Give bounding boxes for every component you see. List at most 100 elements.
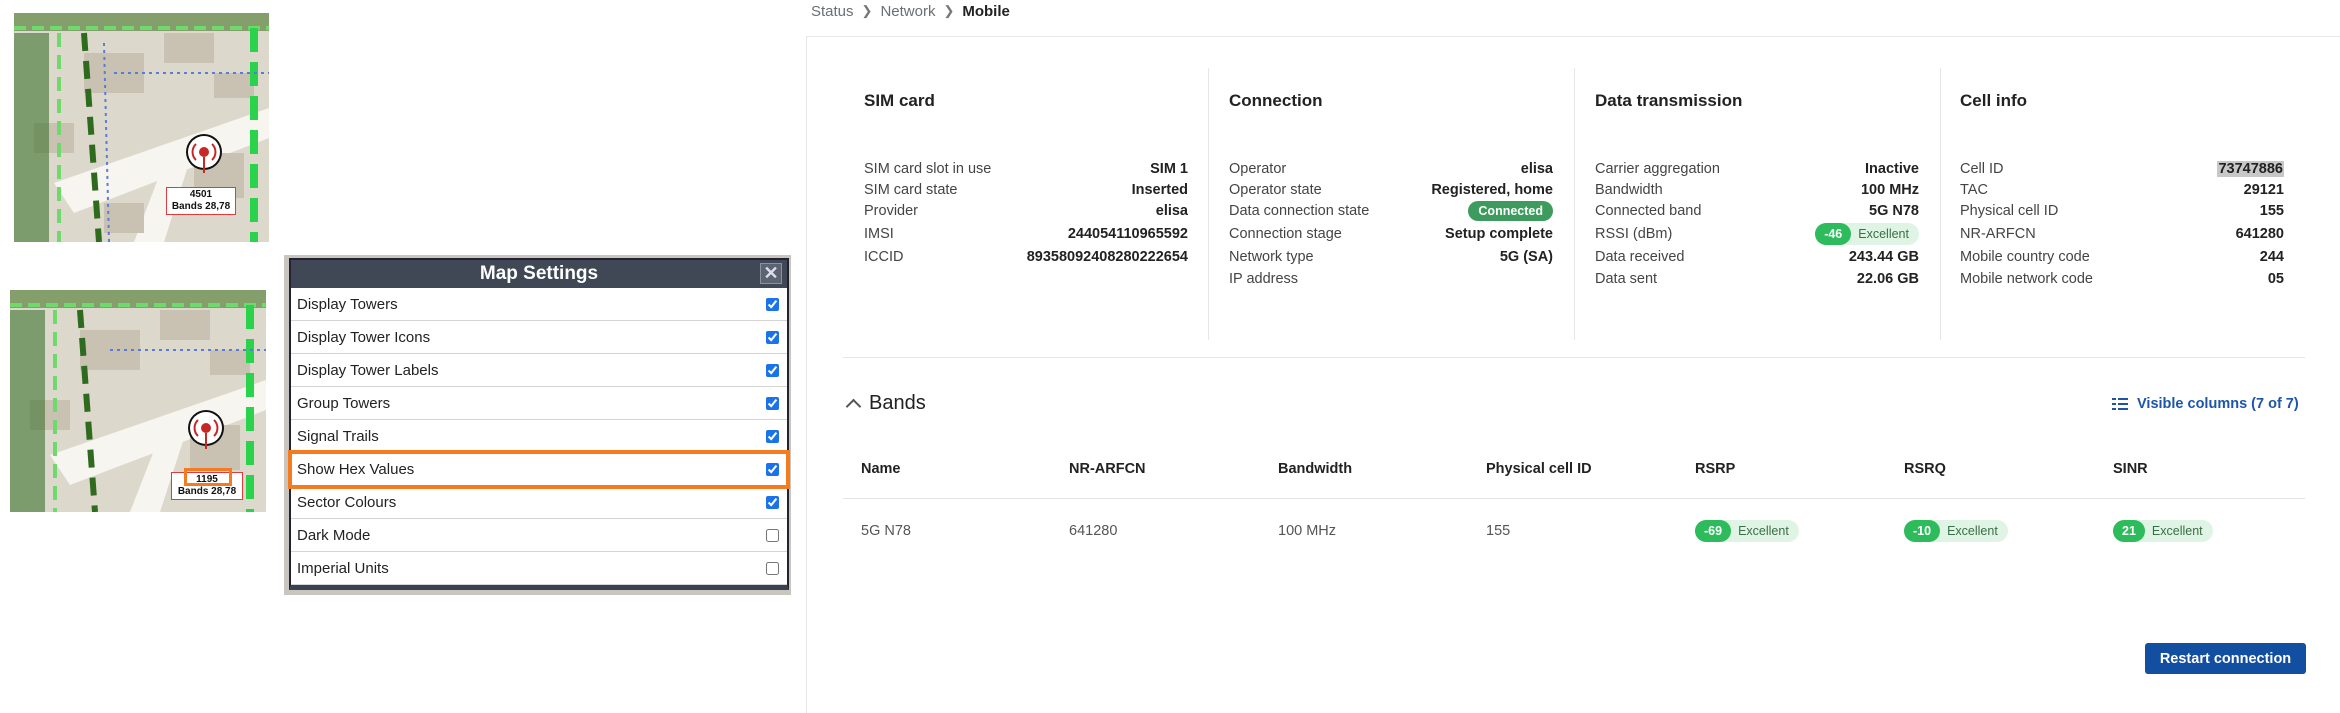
map-setting-row[interactable]: Sector Colours (291, 486, 787, 519)
rsrq-badge: -10 Excellent (1904, 520, 2008, 542)
column-divider (1940, 68, 1941, 340)
map-setting-label: Sector Colours (297, 493, 397, 511)
header-divider (806, 36, 2340, 37)
info-value: 244054110965592 (1067, 226, 1188, 242)
chevron-right-icon: ❯ (861, 3, 873, 18)
band-pci: 155 (1486, 523, 1511, 539)
map-setting-checkbox[interactable] (766, 462, 779, 476)
info-value: elisa (1520, 161, 1553, 177)
section-divider (843, 357, 2305, 358)
info-value: 22.06 GB (1856, 271, 1919, 287)
map-setting-checkbox[interactable] (766, 330, 779, 344)
rsrq-value: -10 (1904, 520, 1941, 542)
tower-bands: Bands 28,78 (177, 486, 237, 497)
info-value: 243.44 GB (1848, 249, 1919, 265)
info-label: RSSI (dBm) (1595, 226, 1673, 242)
visible-columns-label: Visible columns (7 of 7) (2137, 396, 2299, 412)
info-label: Mobile network code (1960, 271, 2093, 287)
rssi-badge: -46 Excellent (1815, 223, 1919, 245)
column-divider (1574, 68, 1575, 340)
breadcrumb-mobile: Mobile (962, 2, 1010, 20)
band-rsrq: -10 Excellent (1904, 520, 2008, 542)
info-value: 5G N78 (1869, 203, 1919, 219)
info-row: Data sent 22.06 GB (1595, 267, 1919, 291)
band-rsrp: -69 Excellent (1695, 520, 1799, 542)
map-setting-row[interactable]: Group Towers (291, 387, 787, 420)
info-row: IMSI 244054110965592 (864, 222, 1188, 246)
column-header-rsrp[interactable]: RSRP (1695, 461, 1735, 477)
sinr-badge: 21 Excellent (2113, 520, 2213, 542)
rsrp-value: -69 (1695, 520, 1732, 542)
info-label: IMSI (864, 226, 894, 242)
map-setting-row[interactable]: Imperial Units (291, 552, 787, 585)
rsrq-quality: Excellent (1947, 524, 1998, 538)
tower-label-top[interactable]: 4501 Bands 28,78 (166, 187, 236, 215)
column-header-rsrq[interactable]: RSRQ (1904, 461, 1946, 477)
band-bandwidth: 100 MHz (1278, 523, 1337, 539)
map-setting-checkbox[interactable] (766, 297, 779, 311)
bands-toggle[interactable]: Bands (845, 392, 926, 415)
band-nr-arfcn: 641280 (1069, 523, 1118, 539)
cell-info-title: Cell info (1960, 91, 2028, 110)
map-setting-row[interactable]: Signal Trails (291, 420, 787, 453)
map-settings-list: Display Towers Display Tower Icons Display… (288, 288, 790, 585)
map-setting-checkbox[interactable] (766, 429, 779, 443)
info-label: Data received (1595, 249, 1685, 265)
table-header-divider (843, 498, 2305, 499)
info-label: Physical cell ID (1960, 203, 2059, 219)
map-setting-label: Signal Trails (297, 427, 379, 445)
close-icon[interactable]: ✕ (760, 263, 782, 284)
info-row: ICCID 89358092408280222654 (864, 245, 1188, 269)
rssi-value: -46 (1815, 223, 1852, 245)
map-settings-header: Map Settings ✕ (291, 260, 787, 288)
info-label: SIM card slot in use (864, 161, 992, 177)
breadcrumb-network[interactable]: Network (880, 3, 935, 20)
map-setting-label: Display Tower Icons (297, 328, 431, 346)
map-setting-row[interactable]: Dark Mode (291, 519, 787, 552)
visible-columns-button[interactable]: Visible columns (7 of 7) (2112, 396, 2299, 412)
rsrp-quality: Excellent (1738, 524, 1789, 538)
cell-info-section: Cell info Cell ID 73747886 TAC 29121 Physica… (1960, 68, 2326, 338)
map-setting-checkbox[interactable] (766, 561, 779, 575)
restart-connection-button[interactable]: Restart connection (2145, 643, 2306, 674)
info-label: Provider (864, 203, 918, 219)
column-header-sinr[interactable]: SINR (2113, 461, 2148, 477)
bands-title: Bands (869, 392, 926, 414)
info-label: Carrier aggregation (1595, 161, 1720, 177)
map-thumbnail-top: 4501 Bands 28,78 (14, 13, 269, 242)
info-row: IP address (1229, 267, 1553, 291)
info-row: Provider elisa (864, 199, 1188, 223)
map-setting-row[interactable]: Show Hex Values (288, 450, 790, 489)
map-settings-title: Map Settings (479, 263, 599, 284)
info-row: RSSI (dBm) -46 Excellent (1595, 222, 1919, 246)
map-setting-row[interactable]: Display Tower Labels (291, 354, 787, 387)
info-row: Connected band 5G N78 (1595, 199, 1919, 223)
column-header-name[interactable]: Name (861, 461, 901, 477)
map-setting-checkbox[interactable] (766, 396, 779, 410)
breadcrumb-status[interactable]: Status (811, 3, 854, 20)
chevron-up-icon (845, 398, 862, 415)
info-row: Data connection state Connected (1229, 199, 1553, 223)
map-settings-panel: Map Settings ✕ Display Towers Display Tow… (288, 258, 790, 590)
band-sinr: 21 Excellent (2113, 520, 2213, 542)
breadcrumb: Status ❯ Network ❯ Mobile (811, 0, 1010, 22)
map-setting-row[interactable]: Display Towers (291, 288, 787, 321)
map-setting-label: Dark Mode (297, 526, 371, 544)
info-label: SIM card state (864, 182, 958, 198)
info-row: Connection stage Setup complete (1229, 222, 1553, 246)
info-label: Connected band (1595, 203, 1702, 219)
info-value: Inactive (1865, 161, 1919, 177)
map-setting-label: Display Tower Labels (297, 361, 439, 379)
info-value: 5G (SA) (1499, 249, 1553, 265)
map-setting-checkbox[interactable] (766, 528, 779, 542)
info-label: Data connection state (1229, 203, 1370, 219)
info-row: Network type 5G (SA) (1229, 245, 1553, 269)
column-header-nr-arfcn[interactable]: NR-ARFCN (1069, 461, 1146, 477)
map-setting-checkbox[interactable] (766, 363, 779, 377)
map-setting-checkbox[interactable] (766, 495, 779, 509)
column-header-bandwidth[interactable]: Bandwidth (1278, 461, 1352, 477)
info-value: 29121 (2243, 182, 2284, 198)
map-setting-row[interactable]: Display Tower Icons (291, 321, 787, 354)
sim-card-section: SIM card SIM card slot in use SIM 1 SIM ca… (864, 68, 1230, 338)
column-header-physical-cell-id[interactable]: Physical cell ID (1486, 461, 1592, 477)
